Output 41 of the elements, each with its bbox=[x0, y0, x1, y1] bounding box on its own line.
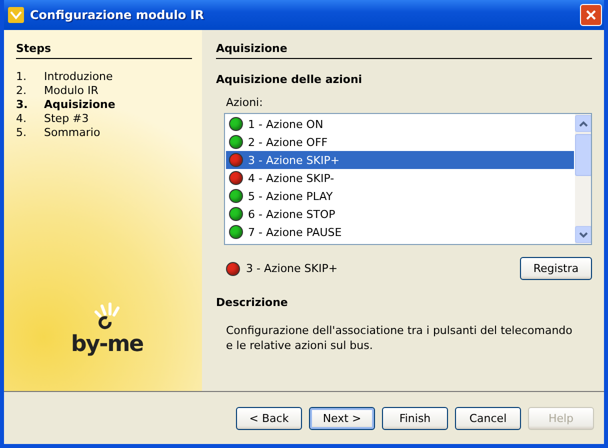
wizard-button[interactable]: < Back bbox=[236, 406, 302, 430]
action-item[interactable]: 4 - Azione SKIP- bbox=[226, 169, 574, 187]
action-label: 1 - Azione ON bbox=[248, 118, 324, 130]
action-item[interactable]: 1 - Azione ON bbox=[226, 115, 574, 133]
steps-heading: Steps bbox=[16, 42, 192, 59]
step-item: 4. Step #3 bbox=[16, 111, 90, 125]
section-title: Descrizione bbox=[216, 296, 289, 309]
step-item: 2. Modulo IR bbox=[16, 83, 100, 97]
close-button[interactable] bbox=[580, 4, 602, 26]
record-button[interactable]: Registra bbox=[520, 257, 592, 280]
wizard-button[interactable]: Finish bbox=[382, 406, 448, 430]
scroll-thumb[interactable] bbox=[574, 134, 591, 176]
action-label: 5 - Azione PLAY bbox=[248, 190, 333, 202]
app-icon bbox=[8, 7, 24, 23]
step-item: 1. Introduzione bbox=[16, 69, 114, 83]
wizard-button[interactable]: Cancel bbox=[455, 406, 521, 430]
logo-text: by-me bbox=[71, 332, 144, 357]
action-label: 6 - Azione STOP bbox=[248, 208, 336, 220]
close-icon bbox=[585, 9, 597, 21]
action-item[interactable]: 2 - Azione OFF bbox=[226, 133, 574, 151]
action-item[interactable]: 7 - Azione PAUSE bbox=[226, 223, 574, 241]
action-label: 3 - Azione SKIP+ bbox=[248, 154, 340, 166]
scroll-down-button[interactable] bbox=[574, 226, 591, 243]
list-label: Azioni: bbox=[226, 96, 264, 109]
window-title: Configurazione modulo IR bbox=[30, 8, 205, 22]
step-item: 5. Sommario bbox=[16, 125, 102, 139]
action-item[interactable]: 6 - Azione STOP bbox=[226, 205, 574, 223]
chevron-down-icon bbox=[578, 232, 588, 238]
current-action: 3 - Azione SKIP+ bbox=[246, 262, 338, 275]
description-text: Configurazione dell'associatione tra i pulsanti del telecomando e le relative azioni sul bus. bbox=[226, 323, 574, 353]
page-heading: Aquisizione bbox=[216, 42, 592, 59]
step-item: 3. Aquisizione bbox=[16, 97, 116, 111]
action-label: 4 - Azione SKIP- bbox=[248, 172, 334, 184]
action-label: 2 - Azione OFF bbox=[248, 136, 328, 148]
action-item[interactable]: 3 - Azione SKIP+ bbox=[226, 151, 574, 169]
action-label: 7 - Azione PAUSE bbox=[248, 226, 342, 238]
scroll-up-button[interactable] bbox=[574, 115, 591, 132]
action-item[interactable]: 5 - Azione PLAY bbox=[226, 187, 574, 205]
section-title: Aquisizione delle azioni bbox=[216, 73, 364, 86]
wizard-button[interactable]: Next > bbox=[309, 406, 375, 430]
chevron-up-icon bbox=[578, 120, 588, 126]
